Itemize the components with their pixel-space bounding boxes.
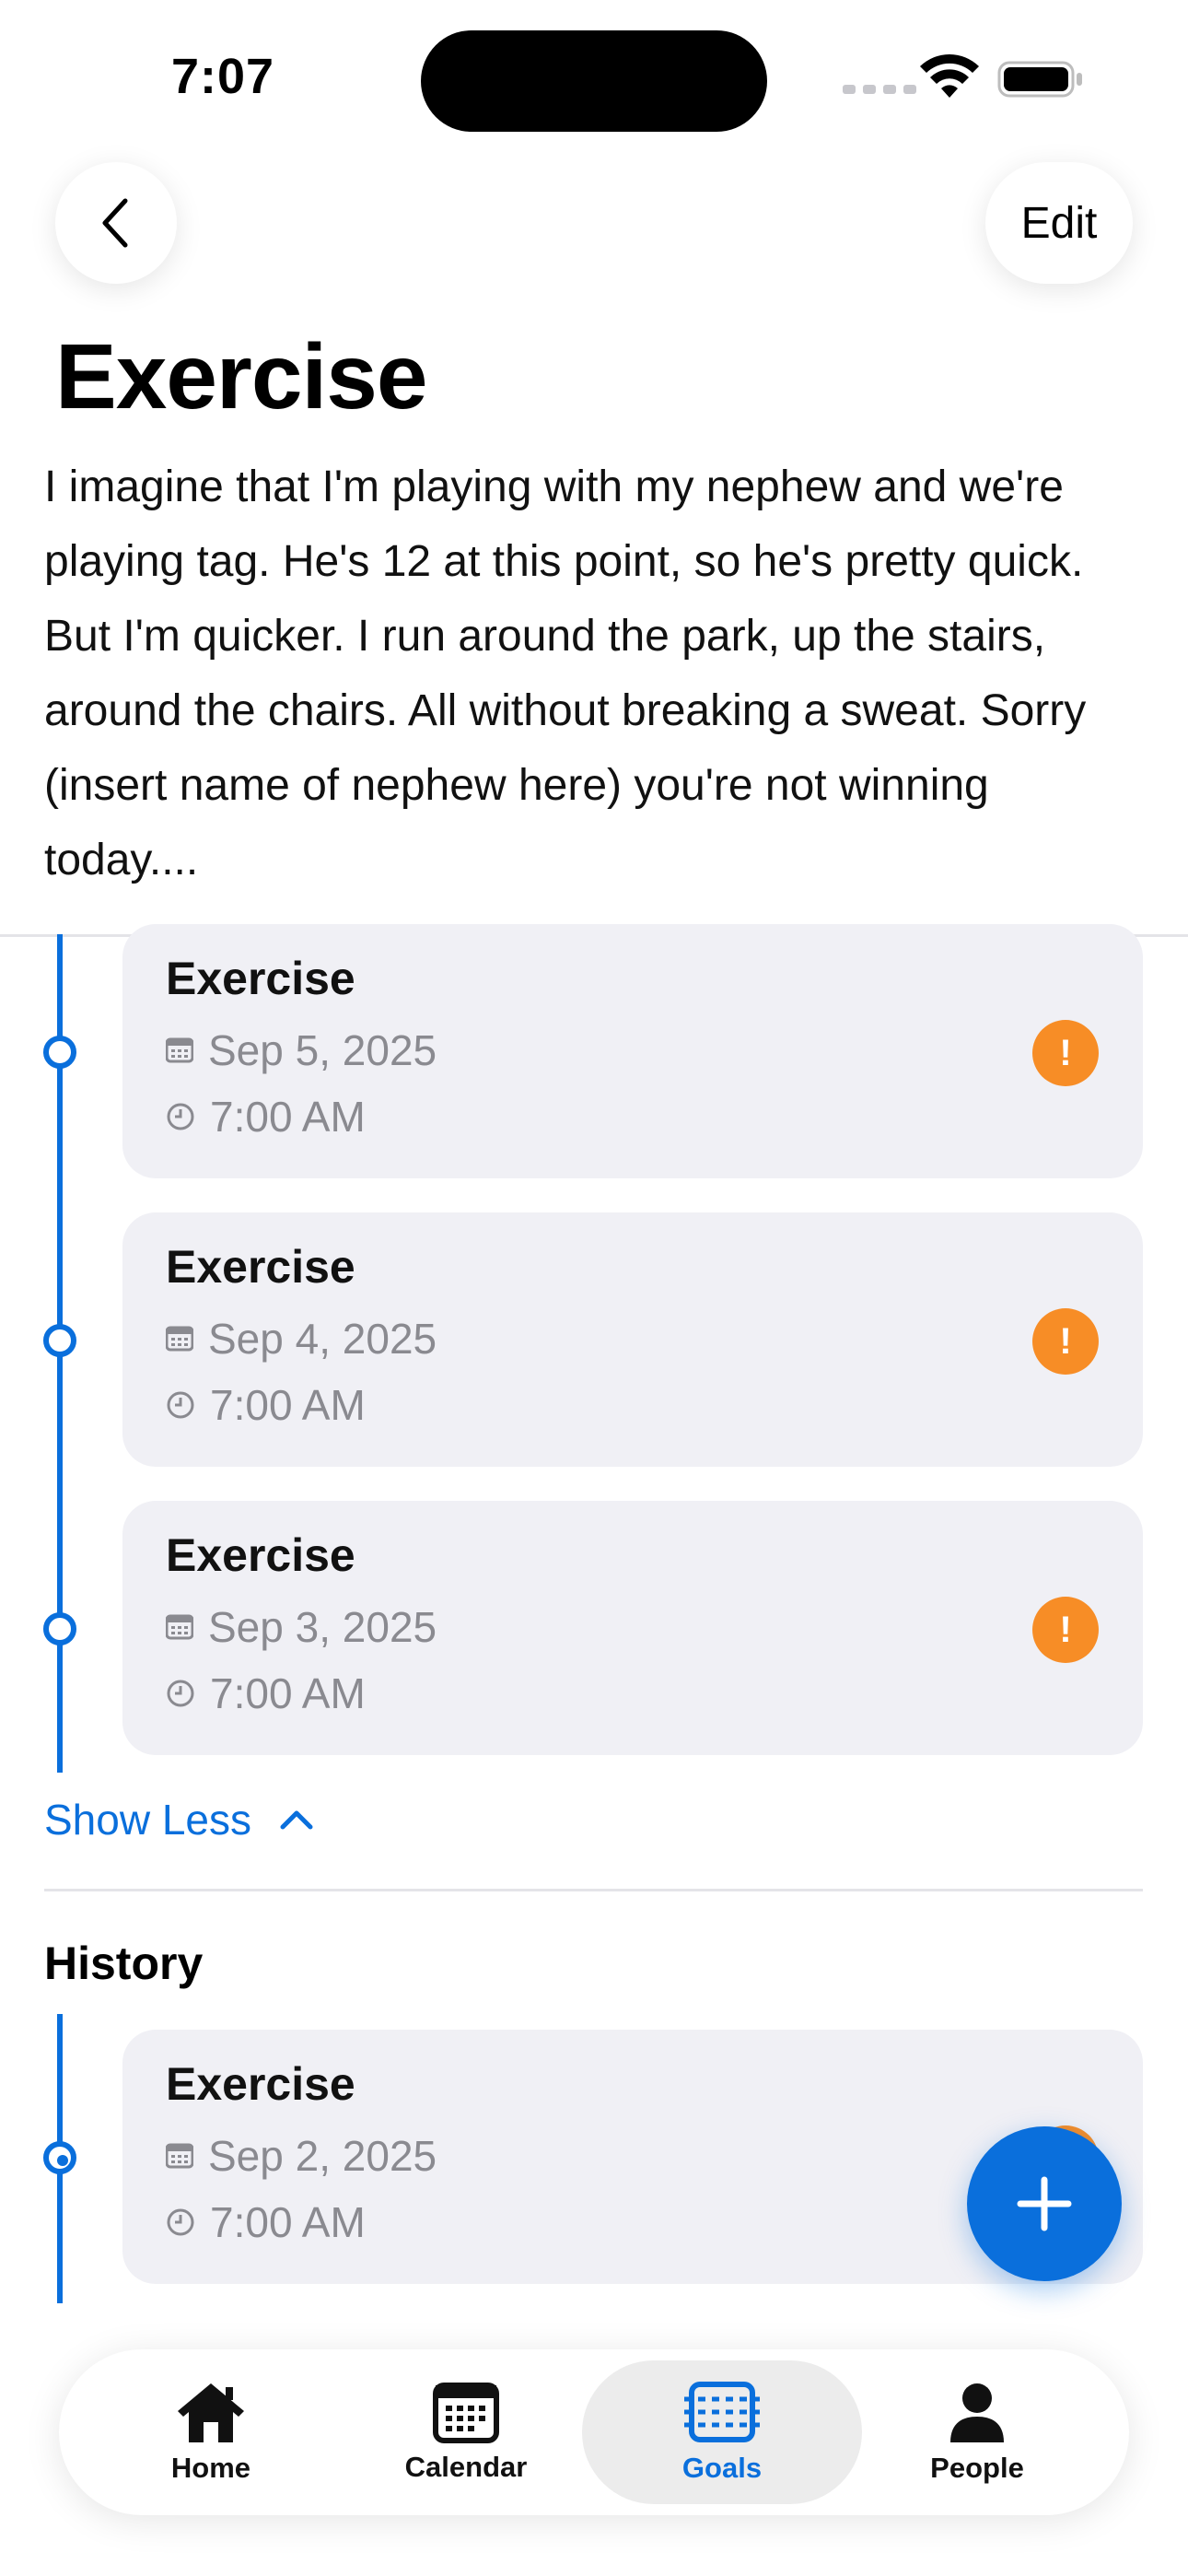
battery-icon <box>997 61 1082 98</box>
clock-icon <box>167 1103 194 1130</box>
calendar-small-icon <box>166 2143 193 2169</box>
person-icon <box>950 2383 1004 2442</box>
alert-badge: ! <box>1032 1308 1099 1375</box>
dynamic-island <box>421 30 767 132</box>
edit-button[interactable]: Edit <box>985 162 1133 284</box>
page-title: Exercise <box>55 325 427 428</box>
date-text: Sep 2, 2025 <box>208 2132 437 2180</box>
card-date: Sep 2, 2025 <box>166 2131 437 2181</box>
date-text: Sep 4, 2025 <box>208 1315 437 1363</box>
card-date: Sep 5, 2025 <box>166 1025 437 1075</box>
card-title: Exercise <box>166 2058 355 2110</box>
tab-label: Home <box>170 2452 251 2484</box>
clock-icon <box>167 2208 194 2236</box>
date-text: Sep 3, 2025 <box>208 1603 437 1651</box>
tab-goals[interactable]: Goals <box>582 2349 862 2515</box>
back-button[interactable] <box>55 162 177 284</box>
card-time: 7:00 AM <box>166 1380 366 1430</box>
cellular-signal-icon <box>843 85 916 94</box>
timeline-node-current <box>43 2141 76 2174</box>
tab-people[interactable]: People <box>844 2349 1111 2515</box>
calendar-small-icon <box>166 1326 193 1352</box>
tab-label: Calendar <box>404 2451 528 2483</box>
tab-home[interactable]: Home <box>77 2349 344 2515</box>
status-time: 7:07 <box>171 49 275 104</box>
chevron-left-icon <box>102 198 128 248</box>
list-item[interactable]: Exercise Sep 4, 2025 7:00 AM ! <box>122 1212 1143 1467</box>
card-date: Sep 4, 2025 <box>166 1314 437 1364</box>
calendar-small-icon <box>166 1614 193 1640</box>
wifi-icon <box>920 54 979 98</box>
tab-label: Goals <box>681 2452 763 2484</box>
history-heading: History <box>44 1938 204 1989</box>
time-text: 7:00 AM <box>210 1093 366 1141</box>
alert-badge: ! <box>1032 1020 1099 1086</box>
timeline-node <box>43 1036 76 1069</box>
card-time: 7:00 AM <box>166 1092 366 1142</box>
time-text: 7:00 AM <box>210 1669 366 1717</box>
list-item[interactable]: Exercise Sep 3, 2025 7:00 AM ! <box>122 1501 1143 1755</box>
goal-description: I imagine that I'm playing with my nephe… <box>44 463 1087 884</box>
clock-icon <box>167 1680 194 1707</box>
show-less-label: Show Less <box>44 1796 252 1844</box>
card-time: 7:00 AM <box>166 2197 366 2247</box>
tab-bar: Home Calendar Goals People <box>59 2349 1129 2515</box>
chevron-up-icon <box>280 1810 313 1830</box>
list-item[interactable]: Exercise Sep 5, 2025 7:00 AM ! <box>122 924 1143 1178</box>
date-text: Sep 5, 2025 <box>208 1026 437 1074</box>
tab-calendar[interactable]: Calendar <box>332 2349 600 2515</box>
calendar-small-icon <box>166 1037 193 1063</box>
time-text: 7:00 AM <box>210 2198 366 2246</box>
house-icon <box>178 2383 244 2442</box>
show-less-button[interactable]: Show Less <box>44 1795 314 1844</box>
card-title: Exercise <box>166 1241 355 1293</box>
timeline-node <box>43 1612 76 1645</box>
time-text: 7:00 AM <box>210 1381 366 1429</box>
add-button[interactable] <box>967 2126 1122 2281</box>
card-title: Exercise <box>166 1529 355 1581</box>
tab-label: People <box>930 2452 1024 2484</box>
plus-icon <box>1017 2176 1072 2231</box>
clock-icon <box>167 1391 194 1419</box>
calendar-icon <box>433 2383 499 2443</box>
alert-badge: ! <box>1032 1597 1099 1663</box>
goals-icon <box>684 2382 760 2442</box>
card-time: 7:00 AM <box>166 1669 366 1718</box>
timeline-node <box>43 1324 76 1357</box>
card-date: Sep 3, 2025 <box>166 1602 437 1652</box>
card-title: Exercise <box>166 953 355 1004</box>
divider <box>44 1889 1143 1891</box>
